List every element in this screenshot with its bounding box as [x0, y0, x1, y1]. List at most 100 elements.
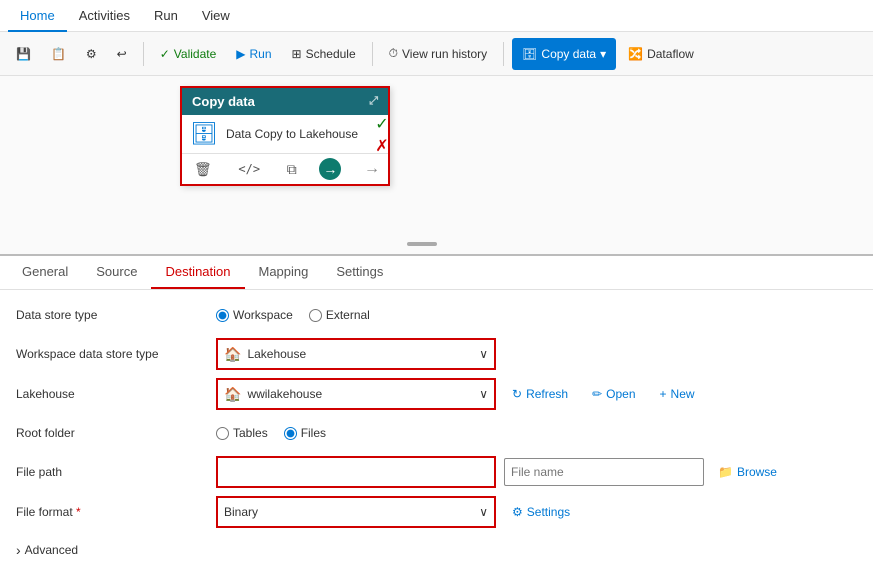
folder-icon: 📁	[718, 465, 733, 479]
copy-data-node[interactable]: Copy data ⤢ 🗄 Data Copy to Lakehouse 🗑 <…	[180, 86, 390, 186]
dataflow-label: Dataflow	[647, 47, 694, 61]
advanced-section[interactable]: › Advanced	[16, 536, 857, 564]
settings-icon: ⚙	[86, 47, 97, 61]
root-folder-controls: Tables Files	[216, 426, 857, 440]
file-input-group: 📁 Browse	[504, 458, 785, 486]
copy-node-actions: 🗑 </> ⧉ → →	[182, 154, 388, 184]
file-path-label: File path	[16, 465, 216, 479]
workspace-radio-option[interactable]: Workspace	[216, 308, 293, 322]
new-button[interactable]: + New	[652, 383, 703, 405]
undo-icon: ↩	[117, 47, 127, 61]
browse-label: Browse	[737, 465, 777, 479]
tab-general[interactable]: General	[8, 256, 82, 289]
node-expand-icon: ⤢	[369, 95, 378, 108]
file-name-input[interactable]	[504, 458, 704, 486]
save-button[interactable]: 💾	[8, 38, 39, 70]
external-radio-option[interactable]: External	[309, 308, 370, 322]
format-settings-icon: ⚙	[512, 505, 523, 519]
lakehouse-db-icon: 🏠	[224, 346, 241, 363]
tables-radio[interactable]	[216, 427, 229, 440]
lakehouse-dropdown-inner: 🏠 wwilakehouse	[224, 386, 322, 403]
lakehouse-dropdown[interactable]: 🏠 wwilakehouse ∨	[218, 380, 494, 408]
workspace-radio[interactable]	[216, 309, 229, 322]
file-format-controls: Binary ∨ ⚙ Settings	[216, 496, 857, 528]
save-icon: 💾	[16, 47, 31, 61]
tab-destination[interactable]: Destination	[151, 256, 244, 289]
open-button[interactable]: ✏ Open	[584, 383, 643, 405]
node-error-icon: ✗	[372, 136, 392, 156]
node-go-button[interactable]: →	[319, 158, 341, 180]
validate-button[interactable]: ✓ Validate	[152, 38, 225, 70]
tables-radio-option[interactable]: Tables	[216, 426, 268, 440]
sep1	[143, 42, 144, 66]
lakehouse-controls: 🏠 wwilakehouse ∨ ↻ Refresh ✏	[216, 378, 857, 410]
file-format-chevron-icon: ∨	[479, 505, 488, 519]
tab-settings[interactable]: Settings	[322, 256, 397, 289]
external-radio[interactable]	[309, 309, 322, 322]
data-store-type-controls: Workspace External	[216, 308, 857, 322]
clone-button[interactable]: 📋	[43, 38, 74, 70]
root-folder-label: Root folder	[16, 426, 216, 440]
files-radio[interactable]	[284, 427, 297, 440]
history-label: View run history	[402, 47, 487, 61]
file-format-dropdown[interactable]: Binary ∨	[218, 498, 494, 526]
file-path-input[interactable]: wwi-raw-data	[218, 458, 494, 486]
tables-label: Tables	[233, 426, 268, 440]
lakehouse-chevron-icon: ∨	[479, 387, 488, 401]
workspace-data-store-type-label: Workspace data store type	[16, 347, 216, 361]
menu-bar: Home Activities Run View	[0, 0, 873, 32]
grid-icon: ⊞	[292, 47, 302, 61]
clone-icon: 📋	[51, 47, 66, 61]
sep2	[372, 42, 373, 66]
tab-mapping[interactable]: Mapping	[245, 256, 323, 289]
files-label: Files	[301, 426, 326, 440]
format-settings-button[interactable]: ⚙ Settings	[504, 501, 578, 523]
lakehouse-label: Lakehouse	[16, 387, 216, 401]
data-store-type-row: Data store type Workspace External	[16, 300, 857, 330]
chevron-down-icon: ▾	[600, 47, 606, 61]
browse-button[interactable]: 📁 Browse	[710, 461, 785, 483]
data-store-type-label: Data store type	[16, 308, 216, 322]
node-delete-button[interactable]: 🗑	[190, 159, 216, 180]
dataflow-button[interactable]: 🔀 Dataflow	[620, 38, 702, 70]
run-button[interactable]: ▶ Run	[228, 38, 279, 70]
menu-run[interactable]: Run	[142, 0, 190, 32]
schedule-button[interactable]: ⊞ Schedule	[284, 38, 364, 70]
refresh-button[interactable]: ↻ Refresh	[504, 383, 576, 405]
menu-activities[interactable]: Activities	[67, 0, 142, 32]
copy-data-icon: 🗄	[522, 47, 537, 61]
required-star: *	[76, 505, 81, 519]
workspace-radio-label: Workspace	[233, 308, 293, 322]
node-side-icons: ✓ ✗	[372, 114, 392, 156]
validate-label: Validate	[174, 47, 216, 61]
tab-source[interactable]: Source	[82, 256, 151, 289]
file-format-value: Binary	[224, 505, 258, 519]
menu-view[interactable]: View	[190, 0, 242, 32]
dropdown-inner: 🏠 Lakehouse	[224, 346, 306, 363]
lakehouse-value: wwilakehouse	[247, 387, 322, 401]
sep3	[503, 42, 504, 66]
advanced-label: Advanced	[25, 543, 78, 557]
root-folder-row: Root folder Tables Files	[16, 418, 857, 448]
node-code-button[interactable]: </>	[234, 160, 264, 178]
copy-node-wrapper: Copy data ⤢ 🗄 Data Copy to Lakehouse 🗑 <…	[180, 86, 390, 186]
menu-home[interactable]: Home	[8, 0, 67, 32]
node-copy-button[interactable]: ⧉	[283, 159, 301, 180]
toolbar: 💾 📋 ⚙ ↩ ✓ Validate ▶ Run ⊞ Schedule ⏱ Vi…	[0, 32, 873, 76]
settings-button[interactable]: ⚙	[78, 38, 105, 70]
copy-node-name: Data Copy to Lakehouse	[226, 127, 358, 141]
canvas-area[interactable]: Copy data ⤢ 🗄 Data Copy to Lakehouse 🗑 <…	[0, 76, 873, 254]
history-button[interactable]: ⏱ View run history	[381, 38, 496, 70]
copy-data-button[interactable]: 🗄 Copy data ▾	[512, 38, 616, 70]
file-format-label: File format *	[16, 505, 216, 519]
workspace-data-store-type-row: Workspace data store type 🏠 Lakehouse ∨	[16, 338, 857, 370]
undo-button[interactable]: ↩	[109, 38, 135, 70]
refresh-icon: ↻	[512, 387, 522, 401]
check-icon: ✓	[160, 47, 170, 61]
files-radio-option[interactable]: Files	[284, 426, 326, 440]
workspace-data-store-type-dropdown[interactable]: 🏠 Lakehouse ∨	[218, 340, 494, 368]
refresh-label: Refresh	[526, 387, 568, 401]
copy-data-label: Copy data	[541, 47, 596, 61]
file-path-row: File path wwi-raw-data 📁 Browse	[16, 456, 857, 488]
clock-icon: ⏱	[389, 46, 398, 61]
